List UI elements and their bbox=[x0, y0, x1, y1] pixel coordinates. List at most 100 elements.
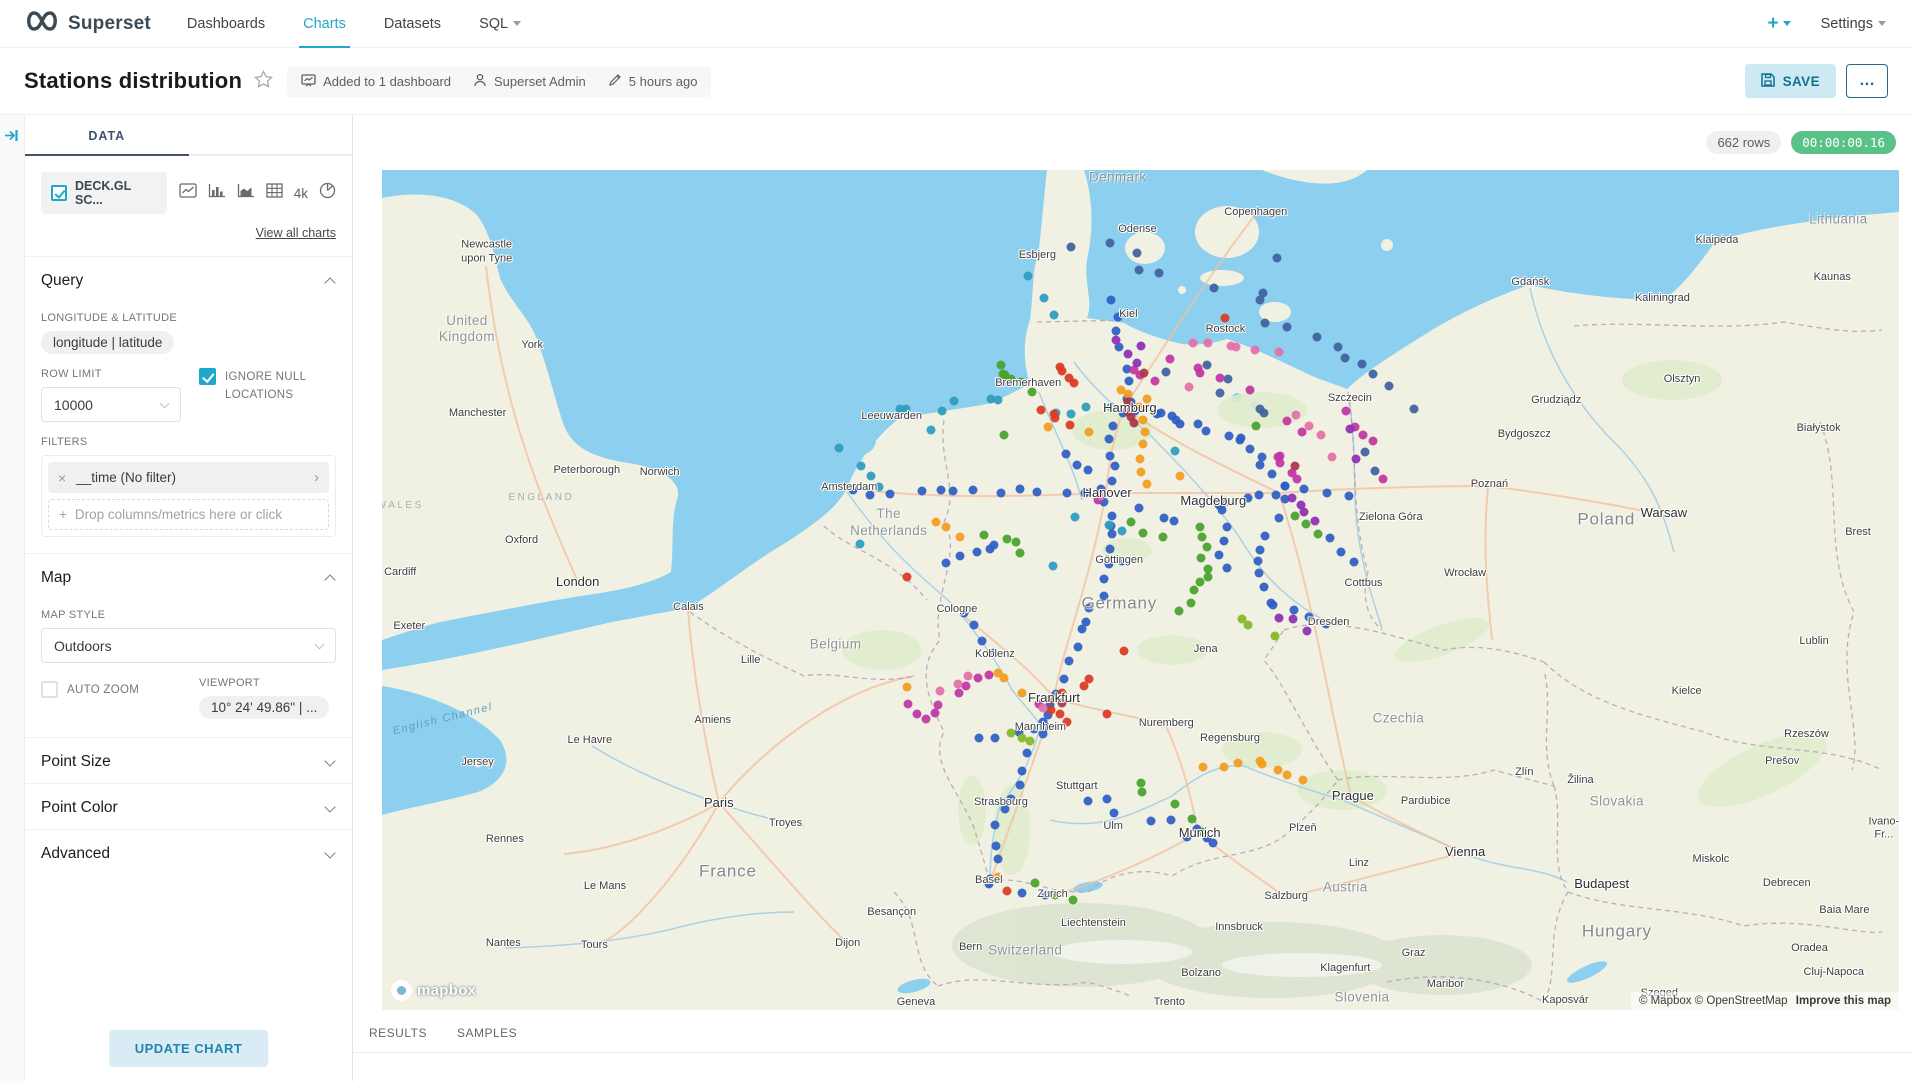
station-point bbox=[1102, 794, 1111, 803]
station-point bbox=[970, 620, 979, 629]
station-point bbox=[1253, 557, 1262, 566]
station-point bbox=[935, 687, 944, 696]
section-title: Query bbox=[41, 272, 83, 290]
station-point bbox=[1358, 431, 1367, 440]
station-point bbox=[1016, 781, 1025, 790]
viewport-chip[interactable]: 10° 24' 49.86" | ... bbox=[199, 696, 329, 719]
time-filter-chip[interactable]: × __time (No filter) › bbox=[48, 462, 329, 493]
section-header[interactable]: Point Size bbox=[41, 738, 336, 783]
station-point bbox=[834, 443, 843, 452]
improve-map-link[interactable]: Improve this map bbox=[1796, 995, 1891, 1007]
station-point bbox=[1159, 532, 1168, 541]
station-point bbox=[1185, 382, 1194, 391]
station-point bbox=[1251, 422, 1260, 431]
station-point bbox=[1269, 601, 1278, 610]
station-point bbox=[1139, 528, 1148, 537]
nav-dashboards[interactable]: Dashboards bbox=[187, 0, 265, 47]
deckgl-map[interactable]: United KingdomDenmarkLithuaniaThe Nether… bbox=[382, 170, 1899, 1010]
chart-meta: Added to 1 dashboard Superset Admin 5 hour… bbox=[287, 66, 711, 97]
section-title: Point Color bbox=[41, 799, 118, 817]
station-point bbox=[1037, 405, 1046, 414]
station-point bbox=[1215, 388, 1224, 397]
station-point bbox=[1260, 531, 1269, 540]
station-point bbox=[1327, 453, 1336, 462]
more-actions-button[interactable]: … bbox=[1846, 64, 1888, 98]
nav-datasets[interactable]: Datasets bbox=[384, 0, 441, 47]
viewport-label: VIEWPORT bbox=[199, 677, 329, 689]
station-point bbox=[1337, 547, 1346, 556]
station-point bbox=[1271, 491, 1280, 500]
nav-sql[interactable]: SQL bbox=[479, 0, 521, 47]
meta-user[interactable]: Superset Admin bbox=[473, 73, 586, 90]
line-chart-icon[interactable] bbox=[179, 183, 197, 203]
station-point bbox=[1108, 511, 1117, 520]
settings-menu[interactable]: Settings bbox=[1821, 16, 1886, 32]
station-point bbox=[936, 486, 945, 495]
new-item-button[interactable]: + bbox=[1767, 13, 1790, 35]
superset-logo[interactable]: Superset bbox=[24, 0, 151, 47]
station-point bbox=[1255, 295, 1264, 304]
map-style-select[interactable]: Outdoors bbox=[41, 628, 336, 663]
tab-samples[interactable]: SAMPLES bbox=[457, 1026, 517, 1040]
station-point bbox=[1146, 817, 1155, 826]
row-limit-select[interactable]: 10000 bbox=[41, 387, 181, 422]
station-point bbox=[1220, 763, 1229, 772]
table-icon[interactable] bbox=[266, 183, 283, 203]
nav-charts[interactable]: Charts bbox=[303, 0, 346, 47]
station-point bbox=[1140, 428, 1149, 437]
section-header[interactable]: Point Color bbox=[41, 784, 336, 829]
section-map-header[interactable]: Map bbox=[41, 554, 336, 599]
station-point bbox=[1282, 416, 1291, 425]
station-point bbox=[1271, 632, 1280, 641]
filter-drop-zone[interactable]: + Drop columns/metrics here or click bbox=[48, 499, 329, 530]
station-point bbox=[1119, 647, 1128, 656]
station-point bbox=[922, 715, 931, 724]
chart-title-bar: Stations distribution Added to 1 dashboa… bbox=[0, 48, 1912, 115]
view-all-charts-link[interactable]: View all charts bbox=[256, 226, 336, 240]
favorite-star-icon[interactable] bbox=[254, 70, 273, 93]
section-header[interactable]: Advanced bbox=[41, 830, 336, 875]
station-point bbox=[1368, 370, 1377, 379]
pencil-icon bbox=[608, 73, 622, 90]
station-point bbox=[984, 671, 993, 680]
station-point bbox=[942, 558, 951, 567]
station-point bbox=[997, 488, 1006, 497]
bar-chart-icon[interactable] bbox=[208, 183, 226, 203]
station-point bbox=[1216, 373, 1225, 382]
save-button[interactable]: SAVE bbox=[1745, 64, 1836, 98]
station-point bbox=[932, 518, 941, 527]
station-point bbox=[1002, 534, 1011, 543]
station-point bbox=[1162, 368, 1171, 377]
tab-results[interactable]: RESULTS bbox=[369, 1026, 427, 1040]
station-point bbox=[1139, 369, 1148, 378]
save-disk-icon bbox=[1761, 73, 1775, 90]
station-point bbox=[994, 855, 1003, 864]
area-chart-icon[interactable] bbox=[237, 183, 255, 203]
remove-filter-icon[interactable]: × bbox=[58, 470, 66, 486]
viz-type-chip[interactable]: DECK.GL SC... bbox=[41, 172, 167, 214]
station-point bbox=[1290, 512, 1299, 521]
collapse-panel-icon[interactable] bbox=[4, 128, 20, 148]
station-point bbox=[1197, 532, 1206, 541]
station-point bbox=[1104, 435, 1113, 444]
station-point bbox=[980, 531, 989, 540]
station-point bbox=[999, 430, 1008, 439]
meta-label: Added to 1 dashboard bbox=[323, 74, 451, 89]
station-point bbox=[1170, 516, 1179, 525]
more-viz-count[interactable]: 4k bbox=[294, 186, 308, 201]
update-chart-button[interactable]: UPDATE CHART bbox=[109, 1030, 269, 1067]
pie-chart-icon[interactable] bbox=[319, 182, 336, 204]
ignore-null-checkbox[interactable] bbox=[199, 368, 216, 385]
auto-zoom-checkbox[interactable] bbox=[41, 681, 58, 698]
tab-data[interactable]: DATA bbox=[25, 115, 189, 156]
station-point bbox=[1084, 428, 1093, 437]
station-point bbox=[1061, 449, 1070, 458]
lonlat-chip[interactable]: longitude | latitude bbox=[41, 331, 174, 354]
chevron-down-icon bbox=[160, 398, 170, 408]
station-point bbox=[1243, 494, 1252, 503]
section-query-header[interactable]: Query bbox=[41, 257, 336, 302]
mapbox-logo[interactable]: mapbox bbox=[391, 980, 476, 1001]
meta-pencil[interactable]: 5 hours ago bbox=[608, 73, 698, 90]
station-point bbox=[1273, 766, 1282, 775]
meta-dashboard[interactable]: Added to 1 dashboard bbox=[301, 73, 451, 90]
